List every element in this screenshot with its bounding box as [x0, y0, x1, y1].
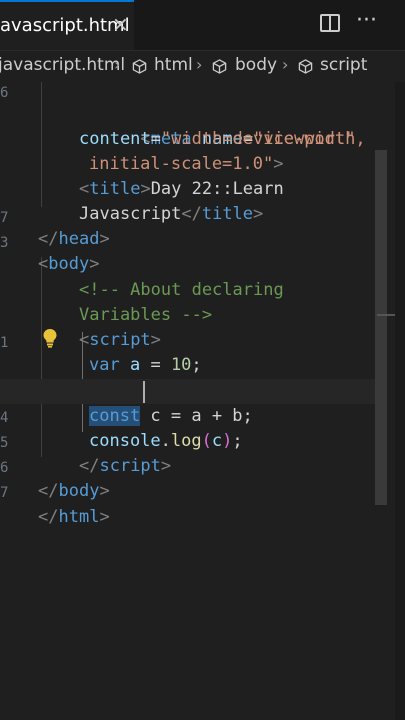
- code-line: console.log(c);: [89, 431, 243, 451]
- code-line: Variables -->: [79, 305, 213, 325]
- code-line: content="width=device-width,: [79, 129, 366, 149]
- element-cube-icon: [212, 59, 227, 74]
- code-line: </body>: [38, 481, 110, 501]
- code-line: Javascript</title>: [79, 204, 264, 224]
- minimap[interactable]: [395, 82, 405, 720]
- more-actions-icon[interactable]: ···: [356, 8, 377, 33]
- breadcrumb-script[interactable]: script: [320, 55, 367, 75]
- text-cursor: [143, 381, 145, 403]
- code-line: </html>: [38, 507, 110, 527]
- minimap-marker: [377, 314, 395, 316]
- split-editor-icon[interactable]: [320, 14, 340, 32]
- element-cube-icon: [298, 59, 313, 74]
- vertical-scrollbar[interactable]: [375, 150, 387, 505]
- code-line: let b = 20;: [0, 353, 375, 400]
- chevron-right-icon: ›: [114, 55, 121, 74]
- code-editor[interactable]: 6 7 3 1 3 4 5 6 7 <meta name="viewport" …: [0, 82, 405, 720]
- code-line: <script>: [79, 330, 161, 350]
- breadcrumb-body[interactable]: body: [235, 55, 277, 75]
- tab-javascript-html[interactable]: avascript.html ×: [0, 0, 134, 50]
- tab-bar: avascript.html × ···: [0, 0, 405, 51]
- tab-label: avascript.html: [0, 15, 130, 36]
- code-line: <title>Day 22::Learn: [79, 179, 284, 199]
- code-line-active: const c = a + b;: [0, 379, 375, 426]
- code-line: <body>: [38, 254, 100, 274]
- code-line: <meta name="viewport": [140, 129, 356, 149]
- chevron-right-icon: ›: [282, 55, 289, 74]
- code-line: initial-scale=1.0">: [89, 154, 284, 174]
- code-line: var a = 10;: [89, 355, 202, 375]
- code-line: </head>: [38, 229, 110, 249]
- chevron-right-icon: ›: [196, 55, 203, 74]
- element-cube-icon: [132, 59, 147, 74]
- code-line: <!-- About declaring: [79, 280, 284, 300]
- code-line: </script>: [79, 456, 172, 476]
- breadcrumb-file[interactable]: javascript.html: [0, 55, 125, 75]
- breadcrumb-html[interactable]: html: [154, 55, 193, 75]
- close-icon[interactable]: ×: [112, 12, 129, 36]
